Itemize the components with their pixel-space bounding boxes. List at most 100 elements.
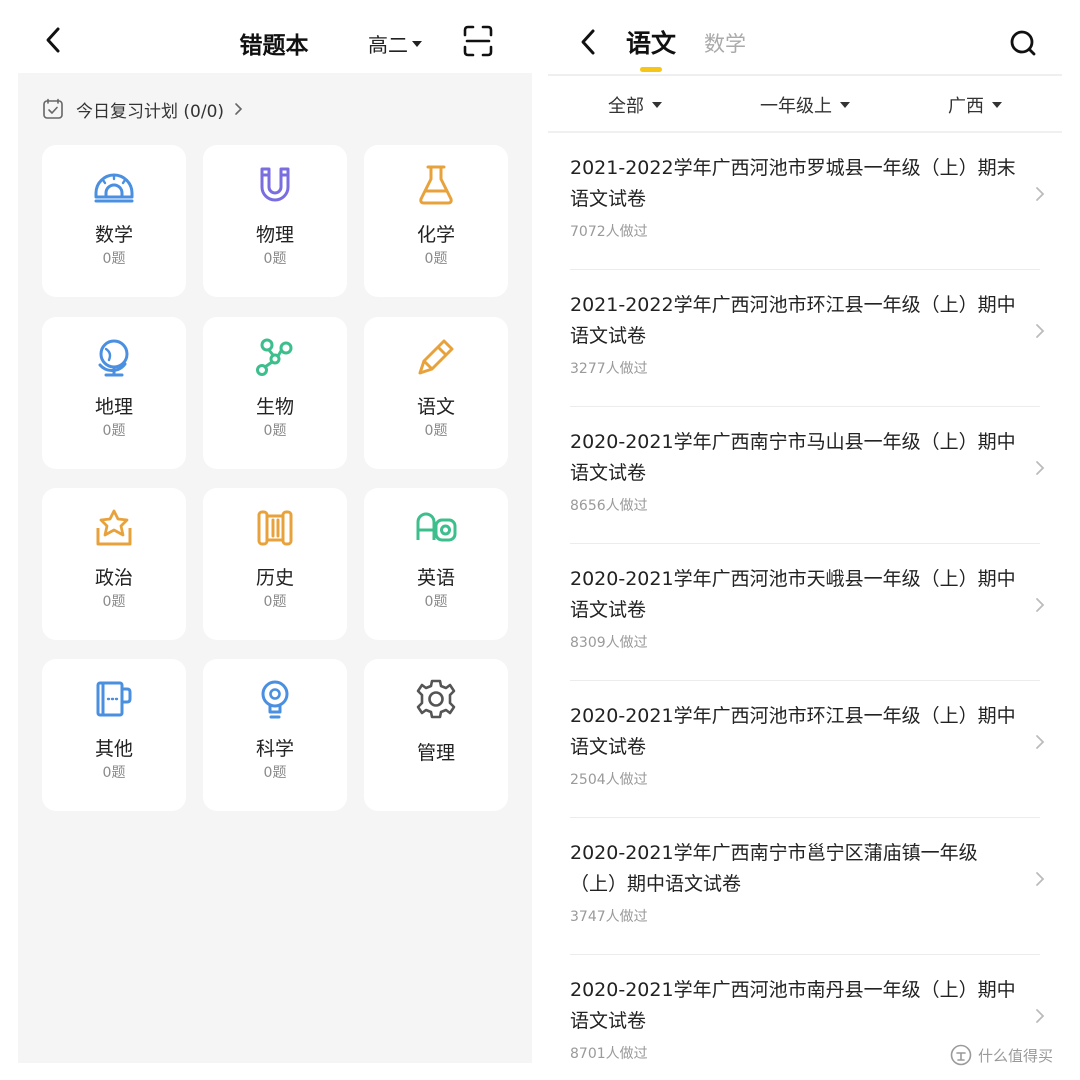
exam-list-item[interactable]: 2021-2022学年广西河池市环江县一年级（上）期中语文试卷 3277人做过 <box>570 270 1045 407</box>
subject-count: 0题 <box>102 765 126 781</box>
chevron-right-icon <box>1036 735 1045 749</box>
chevron-right-icon <box>235 103 243 115</box>
subject-tile-science[interactable]: 科学 0题 <box>203 659 347 811</box>
chevron-right-icon <box>1036 461 1045 475</box>
subject-name: 化学 <box>416 224 455 246</box>
chevron-right-icon <box>1036 1009 1045 1023</box>
filter-label: 全部 <box>608 96 644 117</box>
caret-down-icon <box>412 40 422 47</box>
mistake-book-header: 错题本 高二 <box>0 0 540 80</box>
exam-title: 2020-2021学年广西河池市南丹县一年级（上）期中语文试卷 <box>570 979 1016 1032</box>
active-tab-indicator <box>640 67 662 72</box>
globe-icon <box>98 339 129 377</box>
subject-tile-chemistry[interactable]: 化学 0题 <box>364 145 508 297</box>
subject-count: 0题 <box>424 423 448 439</box>
subject-name: 生物 <box>255 396 294 418</box>
exam-list-item[interactable]: 2021-2022学年广西河池市罗城县一年级（上）期末语文试卷 7072人做过 <box>570 133 1045 270</box>
exam-title: 2020-2021学年广西南宁市马山县一年级（上）期中语文试卷 <box>570 431 1016 484</box>
scroll-icon <box>257 510 293 546</box>
exam-list-item[interactable]: 2020-2021学年广西河池市天峨县一年级（上）期中语文试卷 8309人做过 <box>570 544 1045 681</box>
tab-chinese[interactable]: 语文 <box>626 24 676 60</box>
subject-tile-history[interactable]: 历史 0题 <box>203 488 347 640</box>
manage-tile[interactable]: 管理 <box>364 659 508 811</box>
exam-title: 2020-2021学年广西河池市环江县一年级（上）期中语文试卷 <box>570 705 1016 758</box>
back-arrow-icon[interactable] <box>574 24 604 60</box>
cup-book-icon <box>96 681 132 717</box>
subject-count: 0题 <box>102 251 126 267</box>
protractor-icon <box>94 173 134 203</box>
subject-count: 0题 <box>424 251 448 267</box>
exam-list-item[interactable]: 2020-2021学年广西南宁市马山县一年级（上）期中语文试卷 8656人做过 <box>570 407 1045 544</box>
gear-icon <box>416 679 456 719</box>
exam-title: 2021-2022学年广西河池市环江县一年级（上）期中语文试卷 <box>570 294 1016 347</box>
subject-tile-physics[interactable]: 物理 0题 <box>203 145 347 297</box>
exam-done-count: 8701人做过 <box>570 1046 648 1062</box>
header-divider <box>548 74 1062 76</box>
exam-list-screen: 语文 数学 全部 一年级上 广西 2021-2022学年广西河池市罗城县一年级（… <box>548 0 1080 1080</box>
exam-done-count: 2504人做过 <box>570 772 648 788</box>
grade-label: 高二 <box>368 33 408 57</box>
chevron-right-icon <box>1036 872 1045 886</box>
filter-label: 一年级上 <box>760 96 832 117</box>
subject-count: 0题 <box>102 423 126 439</box>
flask-icon <box>419 165 453 205</box>
subject-name: 语文 <box>416 396 455 418</box>
exam-done-count: 8656人做过 <box>570 498 648 514</box>
subject-count: 0题 <box>263 765 287 781</box>
mistake-book-screen: 错题本 高二 今日复习计划 (0/0) 数学 0题 物理 0题 化学 0题 地理… <box>0 0 540 1080</box>
subject-tile-english[interactable]: 英语 0题 <box>364 488 508 640</box>
caret-down-icon <box>652 102 662 108</box>
review-plan-label: 今日复习计划 (0/0) <box>76 101 225 122</box>
watermark-text: 什么值得买 <box>978 1046 1054 1065</box>
subject-tile-biology[interactable]: 生物 0题 <box>203 317 347 469</box>
subject-count: 0题 <box>263 251 287 267</box>
exam-done-count: 8309人做过 <box>570 635 648 651</box>
subject-name: 政治 <box>94 567 133 589</box>
chevron-right-icon <box>1036 324 1045 338</box>
subject-name: 地理 <box>94 396 133 418</box>
filter-scope[interactable]: 全部 <box>608 92 662 118</box>
subject-name: 数学 <box>94 224 133 246</box>
exam-done-count: 3277人做过 <box>570 361 648 377</box>
exam-title: 2020-2021学年广西南宁市邕宁区蒲庙镇一年级（上）期中语文试卷 <box>570 842 978 895</box>
subject-count: 0题 <box>263 423 287 439</box>
subject-name: 物理 <box>255 224 294 246</box>
molecule-icon <box>256 338 293 376</box>
tab-math[interactable]: 数学 <box>704 28 746 58</box>
chevron-right-icon <box>1036 187 1045 201</box>
exam-list-item[interactable]: 2020-2021学年广西河池市环江县一年级（上）期中语文试卷 2504人做过 <box>570 681 1045 818</box>
subject-name: 历史 <box>255 567 294 589</box>
exam-list-item[interactable]: 2020-2021学年广西南宁市邕宁区蒲庙镇一年级（上）期中语文试卷 3747人… <box>570 818 1045 955</box>
subject-tile-chinese[interactable]: 语文 0题 <box>364 317 508 469</box>
exam-done-count: 3747人做过 <box>570 909 648 925</box>
subject-tile-other[interactable]: 其他 0题 <box>42 659 186 811</box>
search-icon[interactable] <box>1008 28 1038 58</box>
scan-icon[interactable] <box>462 24 494 58</box>
chevron-right-icon <box>1036 598 1045 612</box>
grade-selector[interactable]: 高二 <box>368 29 422 58</box>
manage-label: 管理 <box>416 742 455 764</box>
exam-done-count: 7072人做过 <box>570 224 648 240</box>
magnet-icon <box>260 167 290 202</box>
filter-region[interactable]: 广西 <box>948 92 1002 118</box>
subject-tile-math[interactable]: 数学 0题 <box>42 145 186 297</box>
calendar-check-icon <box>43 98 63 119</box>
subject-grid-area: 今日复习计划 (0/0) 数学 0题 物理 0题 化学 0题 地理 0题 生物 … <box>18 73 532 1063</box>
caret-down-icon <box>840 102 850 108</box>
subject-tile-politics[interactable]: 政治 0题 <box>42 488 186 640</box>
brush-icon <box>418 339 454 375</box>
exam-title: 2020-2021学年广西河池市天峨县一年级（上）期中语文试卷 <box>570 568 1016 621</box>
filter-label: 广西 <box>948 96 984 117</box>
letters-icon <box>416 512 457 542</box>
today-review-plan[interactable]: 今日复习计划 (0/0) <box>42 95 244 123</box>
subject-count: 0题 <box>424 594 448 610</box>
subject-count: 0题 <box>102 594 126 610</box>
subject-tile-geography[interactable]: 地理 0题 <box>42 317 186 469</box>
subject-count: 0题 <box>263 594 287 610</box>
star-book-icon <box>96 509 132 546</box>
brand-logo-icon <box>950 1044 972 1066</box>
filter-grade[interactable]: 一年级上 <box>760 92 850 118</box>
subject-name: 其他 <box>94 738 133 760</box>
subject-name: 英语 <box>416 567 455 589</box>
exam-title: 2021-2022学年广西河池市罗城县一年级（上）期末语文试卷 <box>570 157 1016 210</box>
